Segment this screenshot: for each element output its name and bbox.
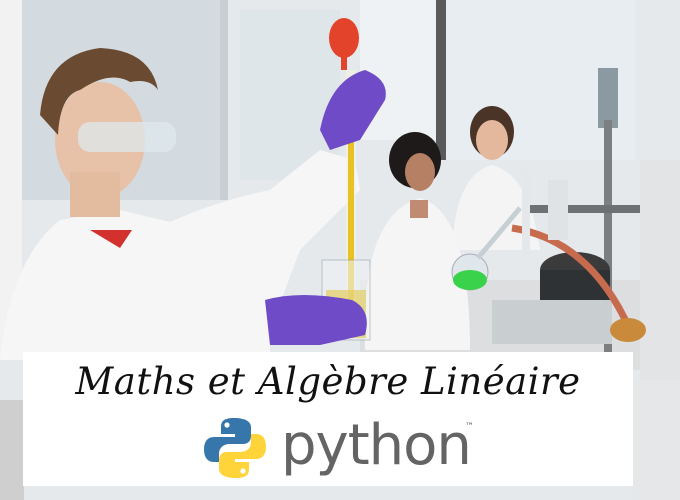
banner-title: Maths et Algèbre Linéaire xyxy=(75,360,581,403)
title-banner: Maths et Algèbre Linéaire python ™ xyxy=(23,352,633,486)
python-logo: python ™ xyxy=(203,413,503,478)
python-wordmark: python xyxy=(281,413,472,478)
python-logo-icon xyxy=(204,418,266,478)
trademark-symbol: ™ xyxy=(465,422,474,432)
